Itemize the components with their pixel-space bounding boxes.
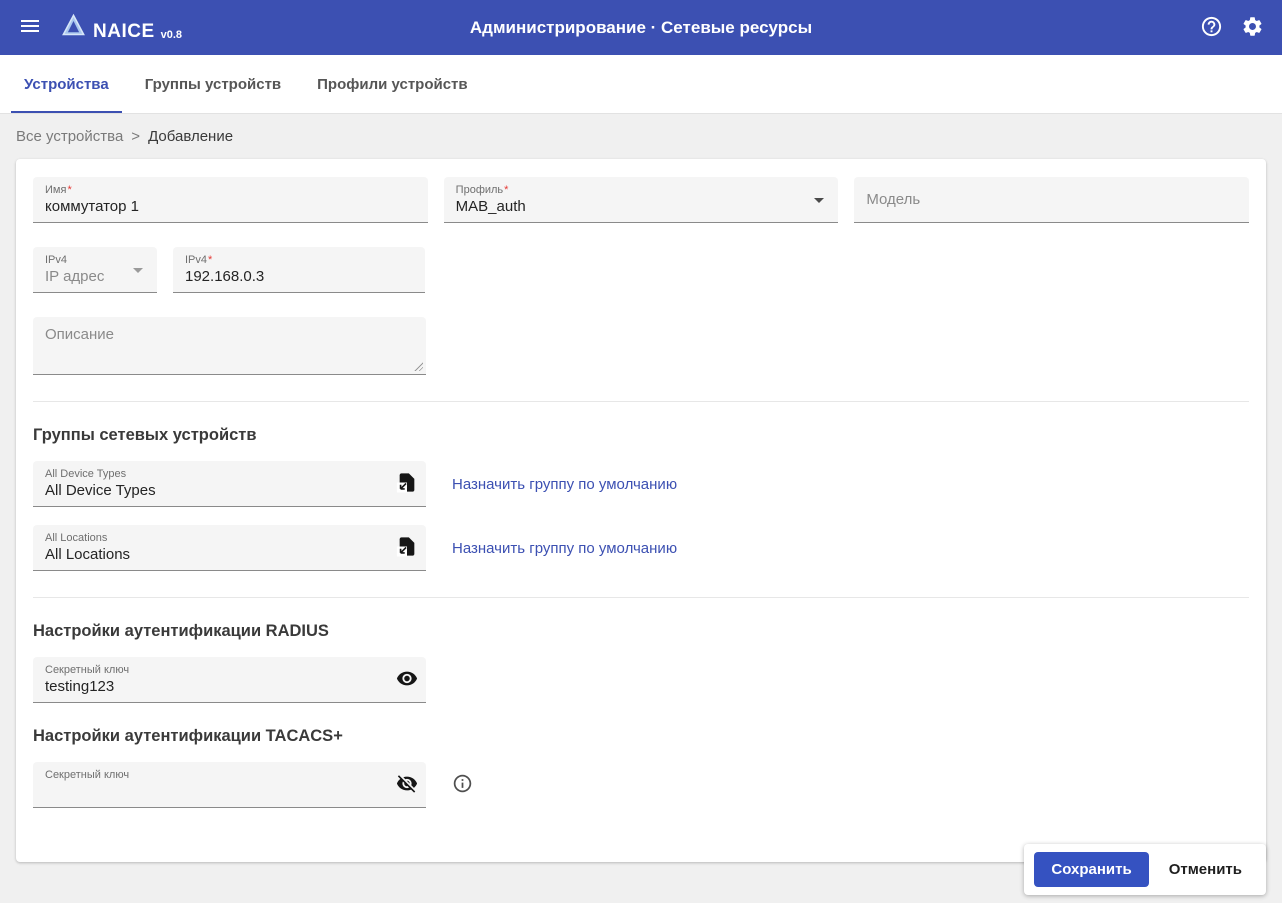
select-group-button[interactable]	[394, 533, 420, 562]
ip-type-select[interactable]: IPv4 IP адрес	[33, 247, 157, 293]
info-icon	[452, 773, 473, 797]
page-title: Администрирование · Сетевые ресурсы	[469, 17, 813, 37]
location-group-value: All Locations	[45, 545, 131, 563]
tacacs-secret-row: Секретный ключ	[33, 762, 1249, 808]
file-select-icon	[396, 471, 418, 496]
device-type-group-field[interactable]: All Device Types All Device Types	[33, 461, 426, 507]
eye-off-icon	[396, 772, 418, 797]
ip-type-value: IP адрес	[45, 267, 105, 285]
name-field[interactable]: Имя*	[33, 177, 428, 223]
location-group-field[interactable]: All Locations All Locations	[33, 525, 426, 571]
gear-icon	[1241, 15, 1264, 41]
radius-secret-field[interactable]: Секретный ключ	[33, 657, 426, 703]
ip-type-label: IPv4	[45, 253, 68, 266]
model-field[interactable]	[854, 177, 1250, 223]
location-group-label: All Locations	[45, 531, 108, 544]
settings-button[interactable]	[1237, 11, 1268, 45]
profile-value: MAB_auth	[455, 197, 526, 215]
tacacs-secret-label: Секретный ключ	[45, 768, 130, 781]
ip-address-input[interactable]	[185, 266, 413, 287]
model-input[interactable]	[866, 189, 1238, 210]
toggle-password-visibility-button[interactable]	[394, 770, 420, 799]
logo: NAICE v0.8	[60, 12, 182, 43]
profile-select[interactable]: Профиль* MAB_auth	[443, 177, 839, 223]
breadcrumb-current: Добавление	[148, 128, 234, 145]
device-type-group-row: All Device Types All Device Types Назнач…	[33, 461, 1249, 507]
help-icon	[1200, 15, 1223, 41]
logo-version: v0.8	[160, 29, 183, 41]
device-type-group-value: All Device Types	[45, 481, 156, 499]
radius-secret-input[interactable]	[45, 676, 380, 697]
section-title-radius: Настройки аутентификации RADIUS	[33, 622, 329, 640]
eye-icon	[396, 667, 418, 692]
divider	[33, 401, 1249, 402]
naice-logo-icon	[60, 12, 87, 43]
resize-handle[interactable]	[413, 361, 423, 371]
description-field[interactable]	[33, 317, 426, 375]
hamburger-icon	[18, 14, 42, 41]
tab-device-groups[interactable]: Группы устройств	[132, 55, 294, 113]
tab-bar: Устройства Группы устройств Профили устр…	[0, 55, 1282, 114]
required-mark: *	[504, 183, 509, 196]
chevron-down-icon	[814, 197, 825, 203]
tab-devices[interactable]: Устройства	[11, 55, 122, 113]
assign-default-group-link[interactable]: Назначить группу по умолчанию	[452, 476, 677, 493]
name-input[interactable]	[45, 196, 416, 217]
logo-text: NAICE	[93, 21, 155, 42]
menu-button[interactable]	[14, 10, 46, 45]
save-button[interactable]: Сохранить	[1034, 852, 1149, 887]
name-label: Имя*	[45, 183, 72, 196]
ip-address-label: IPv4*	[185, 253, 213, 266]
radius-secret-row: Секретный ключ	[33, 657, 1249, 703]
ip-address-field[interactable]: IPv4*	[173, 247, 425, 293]
profile-label: Профиль*	[455, 183, 509, 196]
toggle-password-visibility-button[interactable]	[394, 665, 420, 694]
breadcrumb-separator: >	[131, 128, 141, 145]
file-select-icon	[396, 535, 418, 560]
help-button[interactable]	[1196, 11, 1227, 45]
breadcrumb-root-link[interactable]: Все устройства	[16, 128, 123, 145]
section-title-tacacs: Настройки аутентификации TACACS+	[33, 727, 343, 745]
select-group-button[interactable]	[394, 469, 420, 498]
device-form-card: Имя* Профиль* MAB_auth IPv4 IP адрес IPv…	[16, 159, 1266, 862]
tacacs-info-button[interactable]	[452, 773, 473, 797]
app-bar: NAICE v0.8 Администрирование · Сетевые р…	[0, 0, 1282, 55]
tab-device-profiles[interactable]: Профили устройств	[304, 55, 480, 113]
chevron-down-icon	[133, 267, 143, 273]
required-mark: *	[208, 253, 213, 266]
radius-secret-label: Секретный ключ	[45, 663, 130, 676]
section-title-device-groups: Группы сетевых устройств	[33, 426, 257, 444]
breadcrumb: Все устройства > Добавление	[0, 114, 1282, 159]
tacacs-secret-input[interactable]	[45, 781, 380, 802]
device-type-group-label: All Device Types	[45, 467, 127, 480]
required-mark: *	[67, 183, 72, 196]
location-group-row: All Locations All Locations Назначить гр…	[33, 525, 1249, 571]
tacacs-secret-field[interactable]: Секретный ключ	[33, 762, 426, 808]
action-bar: Сохранить Отменить	[1024, 844, 1266, 895]
description-input[interactable]	[45, 326, 414, 369]
assign-default-group-link[interactable]: Назначить группу по умолчанию	[452, 540, 677, 557]
cancel-button[interactable]: Отменить	[1155, 852, 1256, 887]
divider	[33, 597, 1249, 598]
